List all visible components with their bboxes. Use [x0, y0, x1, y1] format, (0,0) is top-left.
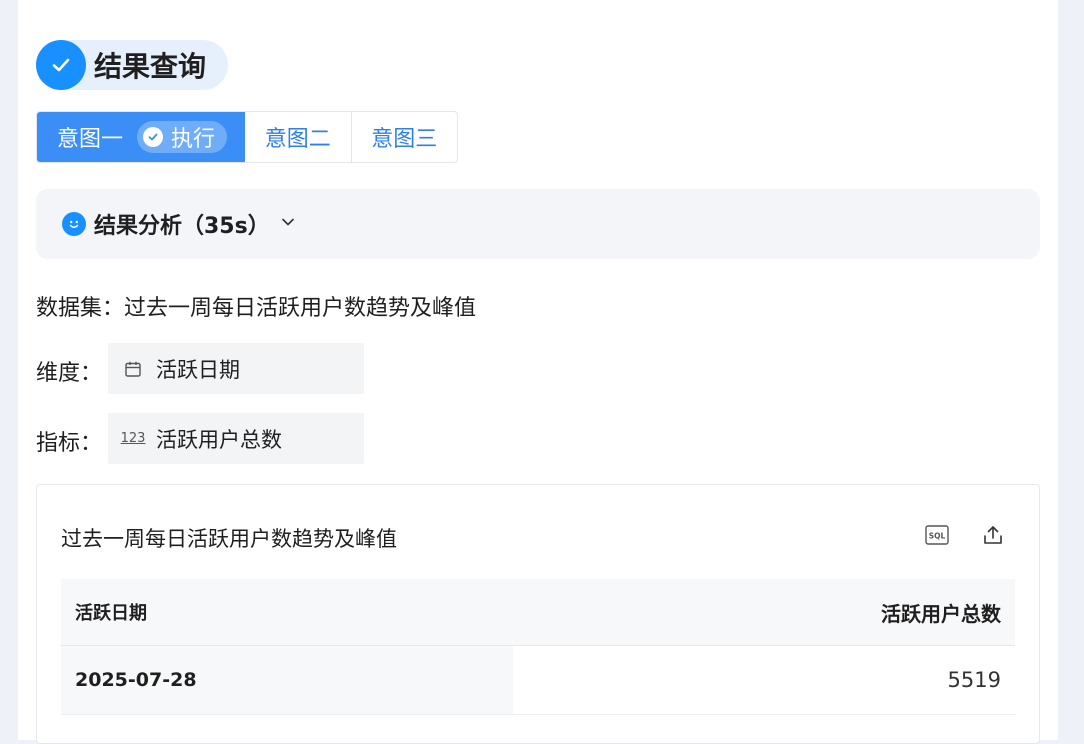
table-header: 活跃日期 活跃用户总数	[61, 579, 1015, 646]
metric-label: 指标：	[36, 431, 103, 456]
dimension-value: 活跃日期	[156, 357, 240, 382]
calendar-icon	[122, 360, 144, 378]
result-table: 活跃日期 活跃用户总数 2025-07-28 5519	[61, 579, 1015, 715]
number-icon: 123	[120, 431, 146, 446]
result-query-header: 结果查询	[36, 40, 228, 90]
smile-icon	[62, 212, 86, 236]
check-circle-icon	[143, 127, 164, 147]
execute-badge[interactable]: 执行	[137, 121, 228, 153]
main-panel: 结果查询 意图一 执行 意图二 意图三 结果分析（35s） 数据集：过去一周每日…	[18, 0, 1058, 744]
column-header[interactable]: 活跃日期	[61, 599, 527, 625]
table-cell-date: 2025-07-28	[61, 646, 513, 714]
analysis-title: 结果分析（35s）	[94, 214, 270, 239]
tab-intent-3[interactable]: 意图三	[352, 112, 457, 162]
card-toolbar: SQL	[925, 523, 1005, 547]
svg-text:SQL: SQL	[929, 532, 946, 541]
dimension-field: 活跃日期	[108, 343, 364, 394]
chevron-down-icon	[280, 214, 296, 234]
page-title: 结果查询	[94, 50, 207, 83]
table-cell-count: 5519	[947, 668, 1001, 692]
tab-label: 意图二	[264, 127, 331, 152]
sql-icon[interactable]: SQL	[925, 523, 949, 547]
table-row: 2025-07-28 5519	[61, 646, 1015, 715]
tab-label: 意图三	[371, 127, 438, 152]
result-analysis-toggle[interactable]: 结果分析（35s）	[36, 189, 1040, 259]
export-icon[interactable]	[981, 523, 1005, 547]
result-card: 过去一周每日活跃用户数趋势及峰值 SQL 活跃日期 活跃用户总数 2025-07…	[36, 484, 1040, 744]
column-header[interactable]: 活跃用户总数	[527, 598, 1015, 627]
execute-label: 执行	[171, 127, 216, 152]
metric-field: 123 活跃用户总数	[108, 413, 364, 464]
intent-tabs: 意图一 执行 意图二 意图三	[36, 111, 458, 163]
tab-label: 意图一	[57, 127, 124, 152]
check-icon	[36, 40, 86, 90]
dimension-label: 维度：	[36, 361, 103, 386]
tab-intent-2[interactable]: 意图二	[245, 112, 352, 162]
metric-value: 活跃用户总数	[156, 427, 282, 452]
dataset-description: 数据集：过去一周每日活跃用户数趋势及峰值	[36, 296, 477, 321]
card-title: 过去一周每日活跃用户数趋势及峰值	[61, 527, 397, 551]
tab-intent-1[interactable]: 意图一 执行	[37, 112, 246, 162]
